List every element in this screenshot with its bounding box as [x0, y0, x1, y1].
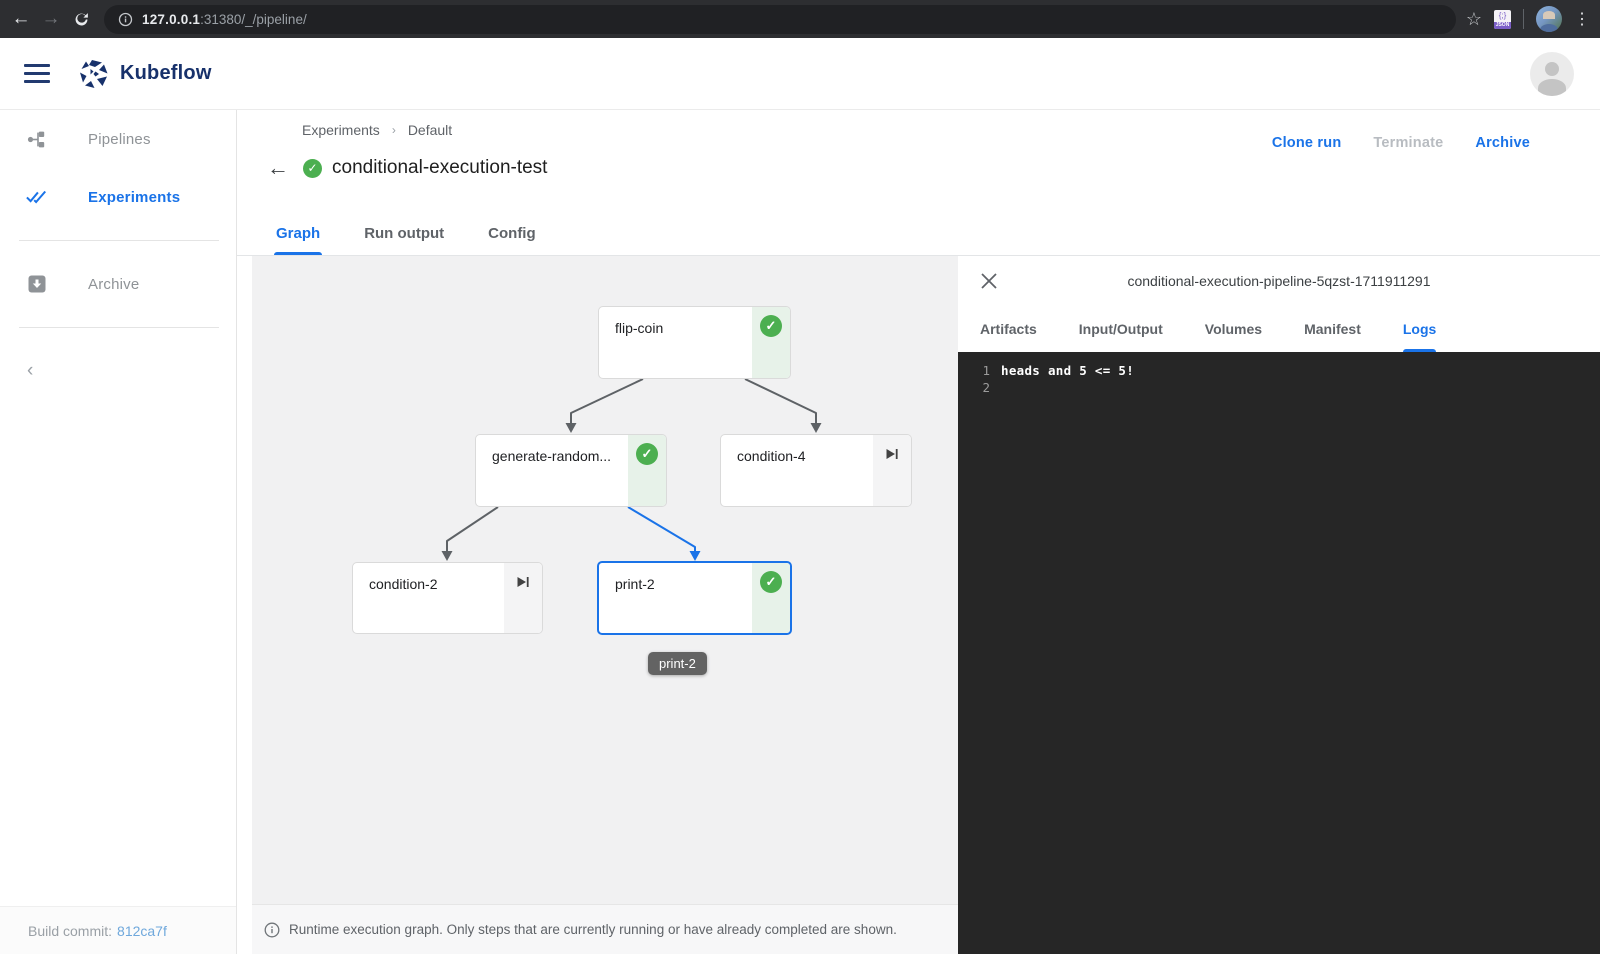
archive-box-icon: [26, 274, 48, 294]
node-label: condition-2: [369, 576, 438, 592]
check-circle-icon: ✓: [636, 443, 658, 465]
build-commit-label: Build commit:: [28, 923, 112, 939]
bookmark-star-icon[interactable]: ☆: [1466, 9, 1482, 30]
run-status-check-icon: ✓: [303, 159, 322, 178]
sidebar-item-archive[interactable]: Archive: [0, 255, 236, 313]
run-tabs: Graph Run output Config: [237, 212, 1600, 256]
json-extension-icon[interactable]: {;}JSON: [1494, 10, 1511, 29]
node-print-2[interactable]: print-2 ✓: [597, 561, 792, 635]
node-status-strip: ✓: [628, 435, 666, 506]
skip-next-icon: [516, 575, 530, 589]
browser-toolbar: ← → 127.0.0.1:31380/_/pipeline/ ☆ {;}JSO…: [0, 0, 1600, 38]
profile-avatar[interactable]: [1536, 6, 1562, 32]
experiments-double-check-icon: [26, 188, 48, 206]
sidebar-divider: [19, 327, 219, 328]
hamburger-menu-icon[interactable]: [24, 64, 50, 83]
edge-flipcoin-generaterandom: [571, 379, 643, 423]
check-circle-icon: ✓: [760, 571, 782, 593]
node-label: flip-coin: [615, 320, 663, 336]
sidebar-item-experiments[interactable]: Experiments: [0, 168, 236, 226]
user-avatar[interactable]: [1530, 52, 1574, 96]
graph-footer: Runtime execution graph. Only steps that…: [252, 904, 958, 954]
toolbar-divider: [1523, 9, 1524, 29]
graph-footer-text: Runtime execution graph. Only steps that…: [289, 922, 897, 937]
log-viewer[interactable]: 1 heads and 5 <= 5! 2: [958, 352, 1600, 954]
back-icon[interactable]: ←: [6, 4, 36, 34]
edge-generaterandom-condition2: [447, 507, 498, 551]
brand-name: Kubeflow: [120, 62, 212, 85]
close-icon[interactable]: [980, 272, 998, 290]
kubeflow-logo-icon: [78, 58, 110, 90]
node-status-strip: [873, 435, 911, 506]
sidebar-item-label: Archive: [88, 276, 139, 293]
build-commit: Build commit: 812ca7f: [0, 906, 236, 954]
build-commit-link[interactable]: 812ca7f: [117, 923, 167, 939]
log-line-text: heads and 5 <= 5!: [1001, 362, 1134, 379]
sidebar-divider: [19, 240, 219, 241]
panel-tab-manifest[interactable]: Manifest: [1304, 306, 1361, 352]
edge-flipcoin-condition4: [745, 379, 816, 423]
node-flip-coin[interactable]: flip-coin ✓: [598, 306, 791, 379]
sidebar-item-pipelines[interactable]: Pipelines: [0, 110, 236, 168]
log-line: 1 heads and 5 <= 5!: [972, 362, 1600, 379]
node-status-strip: ✓: [752, 563, 790, 633]
node-status-strip: ✓: [752, 307, 790, 378]
page-title: conditional-execution-test: [332, 157, 547, 179]
panel-tab-artifacts[interactable]: Artifacts: [980, 306, 1037, 352]
reload-icon[interactable]: [66, 4, 96, 34]
edge-generaterandom-print2: [628, 507, 695, 551]
terminate-button[interactable]: Terminate: [1373, 135, 1443, 151]
panel-tab-volumes[interactable]: Volumes: [1205, 306, 1262, 352]
breadcrumb-separator-icon: ›: [392, 123, 396, 137]
node-condition-4[interactable]: condition-4: [720, 434, 912, 507]
node-status-strip: [504, 563, 542, 633]
node-label: print-2: [615, 576, 655, 592]
run-header: Experiments › Default ← ✓ conditional-ex…: [237, 110, 1600, 256]
node-label: generate-random...: [492, 448, 611, 464]
breadcrumb-default[interactable]: Default: [408, 122, 452, 138]
pipeline-graph: flip-coin ✓ generate-random... ✓ conditi…: [252, 256, 958, 954]
url-path: :31380/_/pipeline/: [200, 12, 307, 27]
kebab-menu-icon[interactable]: ⋮: [1574, 9, 1590, 29]
tab-config[interactable]: Config: [488, 212, 535, 255]
tab-run-output[interactable]: Run output: [364, 212, 444, 255]
panel-title: conditional-execution-pipeline-5qzst-171…: [958, 273, 1600, 289]
app-header: Kubeflow: [0, 38, 1600, 110]
check-circle-icon: ✓: [760, 315, 782, 337]
info-icon: [264, 922, 280, 938]
graph-column: flip-coin ✓ generate-random... ✓ conditi…: [237, 256, 958, 954]
sidebar-collapse-chevron-icon[interactable]: ‹: [0, 342, 236, 382]
url-host: 127.0.0.1: [142, 12, 200, 27]
log-line: 2: [972, 379, 1600, 396]
node-tooltip: print-2: [648, 652, 707, 675]
brand: Kubeflow: [78, 58, 212, 90]
node-label: condition-4: [737, 448, 806, 464]
forward-icon[interactable]: →: [36, 4, 66, 34]
sidebar: Pipelines Experiments Archive ‹ Build co…: [0, 110, 237, 954]
node-condition-2[interactable]: condition-2: [352, 562, 543, 634]
detail-panel: conditional-execution-pipeline-5qzst-171…: [958, 256, 1600, 954]
panel-tab-logs[interactable]: Logs: [1403, 306, 1436, 352]
address-bar[interactable]: 127.0.0.1:31380/_/pipeline/: [104, 5, 1456, 34]
page-info-icon[interactable]: [118, 12, 133, 27]
clone-run-button[interactable]: Clone run: [1272, 135, 1341, 151]
back-arrow-icon[interactable]: ←: [267, 155, 297, 181]
sidebar-item-label: Experiments: [88, 189, 180, 206]
pipelines-icon: [26, 129, 48, 150]
log-line-number: 1: [972, 362, 990, 379]
sidebar-item-label: Pipelines: [88, 131, 151, 148]
skip-next-icon: [885, 447, 899, 461]
panel-tabs: Artifacts Input/Output Volumes Manifest …: [958, 306, 1600, 352]
archive-button[interactable]: Archive: [1475, 135, 1530, 151]
node-generate-random[interactable]: generate-random... ✓: [475, 434, 667, 507]
panel-tab-input-output[interactable]: Input/Output: [1079, 306, 1163, 352]
tab-graph[interactable]: Graph: [276, 212, 320, 255]
log-line-number: 2: [972, 379, 990, 396]
breadcrumb-experiments[interactable]: Experiments: [302, 122, 380, 138]
